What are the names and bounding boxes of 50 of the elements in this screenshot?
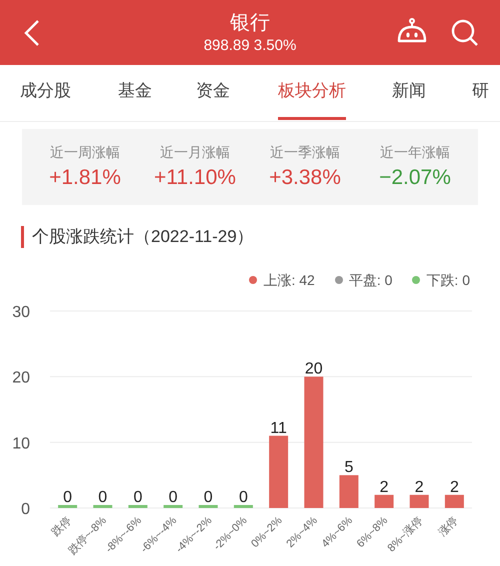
bar xyxy=(164,505,183,508)
bar xyxy=(198,505,218,508)
bar-value-label: 0 xyxy=(98,489,108,506)
stat-value: +3.38% xyxy=(269,165,341,191)
section-title: 个股涨跌统计（2022-11-29） xyxy=(32,226,254,248)
bar-value-label: 2 xyxy=(414,478,424,496)
tab[interactable]: 成分股 xyxy=(20,65,71,120)
y-tick-label: 10 xyxy=(12,435,30,452)
x-tick-label: 跌停 xyxy=(50,514,74,539)
legend-label: 平盘: 0 xyxy=(348,270,392,290)
bar-value-label: 5 xyxy=(344,459,354,476)
y-tick-label: 0 xyxy=(21,501,30,518)
bar-value-label: 2 xyxy=(450,478,459,496)
tab[interactable]: 资金 xyxy=(196,65,230,120)
stat-label: 近一月涨幅 xyxy=(160,143,230,162)
bar-value-label: 0 xyxy=(238,489,248,506)
stat-label: 近一年涨幅 xyxy=(380,143,450,162)
stat-label: 近一周涨幅 xyxy=(50,143,120,162)
index-quote: 898.89 3.50% xyxy=(204,36,296,56)
bar-value-label: 0 xyxy=(133,489,142,506)
bar-value-label: 11 xyxy=(270,420,287,437)
bar-value-label: 0 xyxy=(168,489,178,506)
y-tick-label: 20 xyxy=(12,370,30,387)
bar-value-label: 20 xyxy=(304,360,323,378)
legend-label: 上涨: 42 xyxy=(263,270,315,290)
bar xyxy=(374,494,394,508)
bar-value-label: 0 xyxy=(204,489,213,506)
search-icon[interactable] xyxy=(450,18,480,48)
bar xyxy=(410,494,429,508)
stat-label: 近一季涨幅 xyxy=(270,143,340,162)
bar xyxy=(339,475,358,508)
page-title: 银行 xyxy=(230,10,270,36)
bar xyxy=(444,494,464,508)
stat-value: −2.07% xyxy=(379,165,451,191)
tab[interactable]: 研 xyxy=(472,65,489,120)
tab[interactable]: 基金 xyxy=(118,65,152,120)
x-tick-label: 涨停 xyxy=(436,514,461,539)
bar xyxy=(58,505,78,508)
stat-value: +1.81% xyxy=(49,165,121,191)
bar xyxy=(128,505,148,508)
y-tick-label: 30 xyxy=(12,304,30,321)
tab[interactable]: 新闻 xyxy=(392,65,426,120)
bar-value-label: 2 xyxy=(380,478,389,496)
legend-label: 下跌: 0 xyxy=(426,270,470,290)
bar xyxy=(234,505,253,508)
bar xyxy=(93,505,112,508)
bar-value-label: 0 xyxy=(63,489,72,506)
tab[interactable]: 板块分析 xyxy=(278,65,346,120)
stat-value: +11.10% xyxy=(154,165,236,191)
section-marker xyxy=(21,226,24,248)
